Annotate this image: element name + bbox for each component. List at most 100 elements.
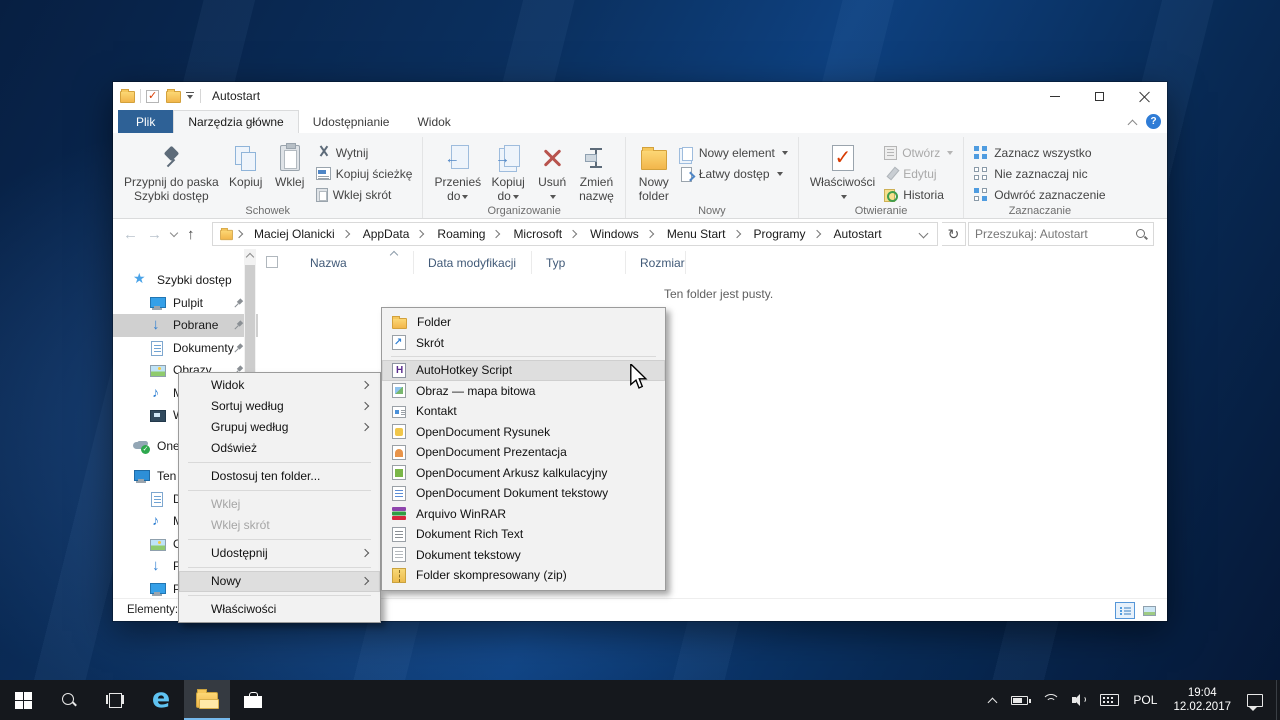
context-menu-item[interactable]: Odśwież	[179, 438, 380, 459]
column-header[interactable]: Rozmiar	[626, 251, 686, 274]
rename-button[interactable]: Zmień nazwę	[574, 139, 619, 205]
paste-shortcut-button[interactable]: Wklej skrót	[312, 185, 417, 204]
breadcrumb-segment[interactable]: Menu Start	[659, 223, 746, 245]
volume-button[interactable]	[1065, 680, 1093, 720]
new-submenu-item[interactable]: Dokument tekstowy	[382, 545, 665, 566]
close-button[interactable]	[1122, 82, 1167, 110]
context-menu-item[interactable]: Udostępnij	[179, 543, 380, 564]
new-item-button[interactable]: Nowy element	[676, 143, 792, 162]
breadcrumb-segment[interactable]: Roaming	[429, 223, 505, 245]
dropdown-arrow-icon	[513, 195, 519, 199]
battery-button[interactable]	[1004, 680, 1035, 720]
scroll-up-icon[interactable]	[247, 254, 253, 260]
tab-share[interactable]: Udostępnianie	[299, 110, 404, 133]
context-menu-item[interactable]: Nowy	[179, 571, 380, 592]
context-menu-item[interactable]: Dostosuj ten folder...	[179, 466, 380, 487]
pushpin-icon	[160, 146, 182, 170]
new-submenu-item[interactable]: Kontakt	[382, 401, 665, 422]
search-icon[interactable]	[1135, 228, 1147, 240]
details-view-button[interactable]	[1115, 602, 1135, 619]
qat-properties-icon[interactable]	[146, 90, 159, 103]
context-menu-item[interactable]: Grupuj według	[179, 417, 380, 438]
pin-to-quick-access-button[interactable]: Przypnij do paska Szybki dostęp	[119, 139, 224, 205]
collapse-ribbon-icon[interactable]	[1128, 118, 1136, 126]
new-submenu-item[interactable]: AutoHotkey Script	[382, 360, 665, 381]
sidebar-item[interactable]: Pulpit	[113, 292, 258, 315]
invert-selection-button[interactable]: Odwróć zaznaczenie	[970, 185, 1109, 204]
new-submenu-item[interactable]: Obraz — mapa bitowa	[382, 381, 665, 402]
clock[interactable]: 19:04 12.02.2017	[1164, 680, 1240, 720]
new-submenu-item[interactable]: Folder skompresowany (zip)	[382, 565, 665, 586]
sidebar-item[interactable]: Dokumenty	[113, 337, 258, 360]
empty-folder-message: Ten folder jest pusty.	[664, 287, 773, 301]
new-submenu-item[interactable]: OpenDocument Prezentacja	[382, 442, 665, 463]
touch-keyboard-button[interactable]	[1093, 680, 1126, 720]
breadcrumb-segment[interactable]: Programy	[746, 223, 826, 245]
context-menu-item[interactable]: Właściwości	[179, 599, 380, 620]
qat-customize-icon[interactable]	[185, 91, 195, 101]
column-header[interactable]: Nazwa	[296, 251, 414, 274]
column-header[interactable]: Typ	[532, 251, 626, 274]
select-none-button[interactable]: Nie zaznaczaj nic	[970, 164, 1109, 183]
context-menu-item[interactable]: Wklej	[179, 494, 380, 515]
new-submenu-item[interactable]: Skrót	[382, 333, 665, 354]
copy-path-button[interactable]: Kopiuj ścieżkę	[312, 164, 417, 183]
move-to-button[interactable]: Przenieś do	[429, 139, 486, 205]
store-button[interactable]	[230, 680, 276, 720]
search-input[interactable]	[975, 227, 1135, 241]
breadcrumb-segment[interactable]: Autostart	[826, 223, 890, 245]
column-header[interactable]: Data modyfikacji	[414, 251, 532, 274]
copy-to-button[interactable]: Kopiuj do	[486, 139, 530, 205]
select-all-button[interactable]: Zaznacz wszystko	[970, 143, 1109, 162]
history-button[interactable]: Historia	[880, 185, 957, 204]
properties-button[interactable]: Właściwości	[805, 139, 880, 205]
paste-button[interactable]: Wklej	[268, 139, 312, 191]
wifi-button[interactable]	[1035, 680, 1065, 720]
forward-button[interactable]: →	[147, 226, 162, 243]
search-box[interactable]	[968, 222, 1154, 246]
qat-new-folder-icon[interactable]	[166, 91, 181, 103]
refresh-button[interactable]: ↻	[942, 222, 966, 246]
context-menu-item[interactable]: Widok	[179, 375, 380, 396]
recent-locations-icon[interactable]	[171, 230, 178, 237]
new-submenu-item[interactable]: Dokument Rich Text	[382, 524, 665, 545]
taskbar-search-button[interactable]	[46, 680, 92, 720]
language-indicator[interactable]: POL	[1126, 680, 1164, 720]
breadcrumb-segment[interactable]: Maciej Olanicki	[246, 223, 355, 245]
easy-access-button[interactable]: Łatwy dostęp	[676, 164, 792, 183]
thumbnails-view-button[interactable]	[1139, 602, 1159, 619]
tab-view[interactable]: Widok	[403, 110, 464, 133]
cut-button[interactable]: Wytnij	[312, 143, 417, 162]
breadcrumb-bar[interactable]: Maciej OlanickiAppDataRoamingMicrosoftWi…	[212, 222, 938, 246]
new-submenu-item[interactable]: OpenDocument Arkusz kalkulacyjny	[382, 463, 665, 484]
address-dropdown-icon[interactable]	[919, 230, 927, 238]
breadcrumb-segment[interactable]: Windows	[582, 223, 659, 245]
new-submenu-item[interactable]: Folder	[382, 312, 665, 333]
help-icon[interactable]: ?	[1146, 114, 1161, 129]
new-submenu-item[interactable]: OpenDocument Dokument tekstowy	[382, 483, 665, 504]
edge-button[interactable]: e	[138, 680, 184, 720]
up-button[interactable]: ↑	[187, 226, 195, 243]
new-submenu-item[interactable]: OpenDocument Rysunek	[382, 422, 665, 443]
context-menu-item[interactable]: Wklej skrót	[179, 515, 380, 536]
tab-home[interactable]: Narzędzia główne	[173, 110, 298, 133]
sidebar-item[interactable]: Pobrane	[113, 314, 258, 337]
minimize-button[interactable]	[1032, 82, 1077, 110]
show-desktop-button[interactable]	[1276, 680, 1280, 720]
back-button[interactable]: ←	[123, 226, 138, 243]
task-view-button[interactable]	[92, 680, 138, 720]
action-center-button[interactable]	[1240, 680, 1270, 720]
file-explorer-button[interactable]	[184, 680, 230, 720]
delete-button[interactable]: Usuń	[530, 139, 574, 205]
context-menu-item[interactable]: Sortuj według	[179, 396, 380, 417]
tab-file[interactable]: Plik	[118, 110, 173, 133]
new-submenu-item[interactable]: Arquivo WinRAR	[382, 504, 665, 525]
breadcrumb-segment[interactable]: Microsoft	[505, 223, 582, 245]
sidebar-item[interactable]: Szybki dostęp	[113, 269, 258, 292]
maximize-button[interactable]	[1077, 82, 1122, 110]
new-folder-button[interactable]: Nowy folder	[632, 139, 676, 205]
copy-button[interactable]: Kopiuj	[224, 139, 268, 191]
tray-overflow-button[interactable]	[981, 680, 1004, 720]
breadcrumb-segment[interactable]: AppData	[355, 223, 430, 245]
start-button[interactable]	[0, 680, 46, 720]
